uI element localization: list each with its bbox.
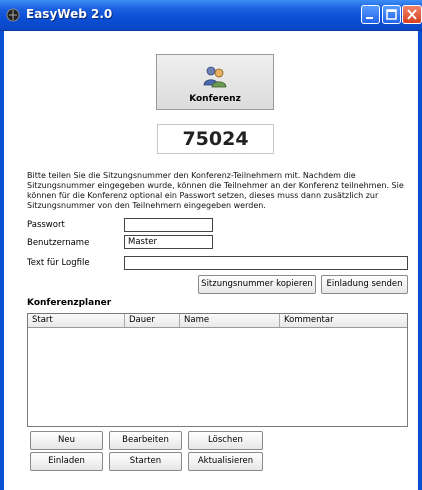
- window-frame-right: [418, 31, 422, 490]
- delete-button[interactable]: Löschen: [188, 431, 263, 450]
- planner-title: Konferenzplaner: [27, 298, 112, 308]
- planner-table[interactable]: Start Dauer Name Kommentar: [27, 313, 408, 427]
- column-duration[interactable]: Dauer: [125, 314, 180, 327]
- copy-session-button[interactable]: Sitzungsnummer kopieren: [198, 275, 316, 294]
- send-invite-button[interactable]: Einladung senden: [321, 275, 408, 294]
- start-button[interactable]: Starten: [109, 452, 182, 471]
- title-bar: EasyWeb 2.0: [0, 0, 422, 31]
- refresh-button[interactable]: Aktualisieren: [188, 452, 263, 471]
- close-button[interactable]: [402, 5, 422, 24]
- close-icon: [407, 9, 417, 20]
- info-text: Bitte teilen Sie die Sitzungsnummer den …: [27, 171, 404, 210]
- app-icon: [6, 8, 20, 22]
- password-field[interactable]: [124, 218, 213, 232]
- conference-button-label: Konferenz: [189, 94, 241, 104]
- password-label: Passwort: [27, 220, 65, 230]
- username-label: Benutzername: [27, 238, 90, 248]
- conference-button[interactable]: Konferenz: [156, 54, 274, 110]
- edit-button[interactable]: Bearbeiten: [109, 431, 182, 450]
- column-start[interactable]: Start: [28, 314, 125, 327]
- username-field[interactable]: Master: [124, 235, 213, 249]
- invite-button[interactable]: Einladen: [30, 452, 103, 471]
- session-number-display: 75024: [157, 124, 274, 154]
- minimize-icon: [366, 17, 373, 19]
- planner-table-header: Start Dauer Name Kommentar: [28, 314, 407, 328]
- logfile-label: Text für Logfile: [27, 258, 90, 268]
- column-comment[interactable]: Kommentar: [280, 314, 407, 327]
- window-title: EasyWeb 2.0: [26, 7, 113, 21]
- maximize-button[interactable]: [382, 5, 401, 24]
- new-button[interactable]: Neu: [30, 431, 103, 450]
- logfile-field[interactable]: [124, 256, 408, 270]
- minimize-button[interactable]: [361, 5, 380, 24]
- column-name[interactable]: Name: [180, 314, 280, 327]
- maximize-icon: [386, 9, 397, 20]
- people-icon: [203, 66, 227, 88]
